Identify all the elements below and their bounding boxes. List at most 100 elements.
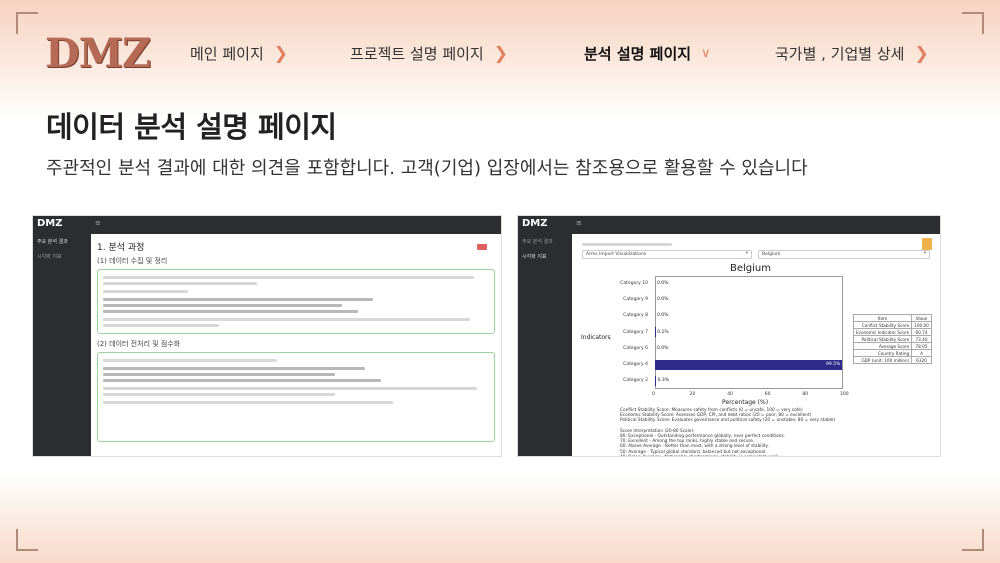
table-row: GDP (unit: 100 million) 6320 <box>852 356 932 364</box>
main-nav: 메인 페이지 ❯ 프로젝트 설명 페이지 ❯ 분석 설명 페이지 ∨ 국가별 ,… <box>0 43 1000 67</box>
hint-line <box>582 243 672 246</box>
app-topbar: DMZ ≡ <box>33 216 501 234</box>
text-line <box>103 373 335 376</box>
nav-main-page[interactable]: 메인 페이지 ❯ <box>190 43 288 64</box>
text-line <box>103 367 366 370</box>
table-row: Country Rating A <box>852 349 932 357</box>
data-collection-box <box>97 269 495 334</box>
visualization-select[interactable]: Arms Import Visualizations ▾ <box>582 250 752 259</box>
chevron-down-icon: ∨ <box>701 46 711 61</box>
bar-value-label: 0.0% <box>657 313 669 319</box>
app-brand: DMZ <box>37 218 63 229</box>
nav-analysis-page-label: 분석 설명 페이지 <box>584 45 692 63</box>
category-label: Category 9 <box>623 297 648 303</box>
note-line: 40: Below Average - Noticeable shortcomi… <box>620 455 940 456</box>
x-tick-label: 0 <box>652 392 655 397</box>
x-tick-label: 60 <box>764 392 771 397</box>
chevron-down-icon: ▾ <box>923 251 926 256</box>
chevron-right-icon: ❯ <box>914 43 929 64</box>
nav-analysis-page[interactable]: 분석 설명 페이지 ∨ <box>584 43 711 64</box>
subsection-data-collection: (1) 데이터 수집 및 정리 <box>97 257 168 265</box>
x-tick-label: 40 <box>727 392 733 397</box>
text-line <box>103 298 374 301</box>
category-label: Category 10 <box>620 281 648 287</box>
x-tick-label: 100 <box>840 392 849 397</box>
app-brand: DMZ <box>522 218 548 229</box>
table-cell: GDP (unit: 100 million) <box>852 356 913 364</box>
analysis-process-screenshot: DMZ ≡ 주요 분석 결과 시각화 지표 1. 분석 과정 (1) 데이터 수… <box>33 216 501 456</box>
visualization-screenshot: DMZ ≡ 주요 분석 결과 시각화 지표 Arms Import Visual… <box>518 216 940 456</box>
bar-value-label: 0.0% <box>657 297 669 303</box>
menu-icon: ≡ <box>95 219 101 227</box>
table-cell: Conflict Stability Score <box>852 321 913 329</box>
pdf-icon <box>477 244 487 250</box>
analysis-content: 1. 분석 과정 (1) 데이터 수집 및 정리 (2) 데이터 전처리 및 점… <box>97 238 495 456</box>
text-line <box>103 310 358 313</box>
text-line <box>103 359 277 362</box>
text-line <box>103 387 478 390</box>
category-label: Category 6 <box>623 345 648 351</box>
table-cell: 60.74 <box>911 328 932 336</box>
corner-bracket-top-left <box>16 12 38 34</box>
table-cell: 73.40 <box>911 335 932 343</box>
page-subtitle: 주관적인 분석 결과에 대한 의견을 포함합니다. 고객(기업) 입장에서는 참… <box>46 158 808 179</box>
table-cell: 100.00 <box>911 321 932 329</box>
subsection-preprocessing: (2) 데이터 전처리 및 점수화 <box>97 340 181 348</box>
footer-gradient <box>0 473 1000 563</box>
bar-value-label: 0.0% <box>657 281 669 287</box>
bar <box>655 375 656 386</box>
table-cell: 6320 <box>911 356 932 364</box>
table-header-cell: Value <box>911 314 932 322</box>
chevron-down-icon: ▾ <box>745 251 748 256</box>
category-label: Category 8 <box>623 313 648 319</box>
menu-icon: ≡ <box>576 219 582 227</box>
x-axis-label: Percentage (%) <box>722 399 769 406</box>
chevron-right-icon: ❯ <box>493 43 508 64</box>
nav-country-detail[interactable]: 국가별 , 기업별 상세 ❯ <box>775 43 929 64</box>
text-line <box>103 276 474 279</box>
table-cell: Average Score <box>852 342 913 350</box>
bar-value-label: 0.3% <box>657 377 669 383</box>
table-cell: Economic Indicator Score <box>852 328 913 336</box>
nav-project-page[interactable]: 프로젝트 설명 페이지 ❯ <box>350 43 508 64</box>
table-header-row: Item Value <box>852 314 932 322</box>
chart-plot-area <box>655 276 843 389</box>
sidebar-item-main-results: 주요 분석 결과 <box>522 239 553 245</box>
table-cell: A <box>911 349 932 357</box>
table-cell: Country Rating <box>852 349 913 357</box>
score-notes: Conflict Stability Score: Measures safet… <box>620 408 940 456</box>
chart-title: Belgium <box>730 263 771 274</box>
visualization-content: Arms Import Visualizations ▾ Belgium ▾ B… <box>580 236 936 456</box>
y-axis-label: Indicators <box>581 334 611 341</box>
app-topbar: DMZ ≡ <box>518 216 940 234</box>
text-line <box>103 290 188 293</box>
text-line <box>103 379 381 382</box>
table-row: Conflict Stability Score 100.00 <box>852 321 932 329</box>
category-label: Category 4 <box>623 361 648 367</box>
text-line <box>103 318 470 321</box>
x-tick-label: 20 <box>689 392 696 397</box>
visualization-select-value: Arms Import Visualizations <box>586 252 647 257</box>
nav-main-page-label: 메인 페이지 <box>190 45 264 63</box>
category-label: Category 2 <box>623 377 648 383</box>
app-sidebar: 주요 분석 결과 시각화 지표 <box>518 234 572 456</box>
table-row: Average Score 78.05 <box>852 342 932 350</box>
text-line <box>103 401 393 404</box>
bar <box>655 359 843 370</box>
corner-bracket-bottom-left <box>16 529 38 551</box>
table-cell: Political Stability Score <box>852 335 913 343</box>
category-label: Category 7 <box>623 329 648 335</box>
corner-bracket-top-right <box>962 12 984 34</box>
bar-value-label: 0.0% <box>657 345 669 351</box>
sidebar-item-visual-indicators: 시각화 지표 <box>522 254 547 260</box>
sidebar-item-visual-indicators: 시각화 지표 <box>37 254 62 260</box>
nav-project-page-label: 프로젝트 설명 페이지 <box>350 45 484 63</box>
preprocessing-box <box>97 352 495 442</box>
table-header-cell: Item <box>852 314 913 322</box>
text-line <box>103 304 343 307</box>
x-tick-label: 80 <box>802 392 809 397</box>
chevron-right-icon: ❯ <box>273 43 289 64</box>
country-select[interactable]: Belgium ▾ <box>758 250 930 259</box>
report-icon <box>922 238 932 250</box>
table-row: Political Stability Score 73.40 <box>852 335 932 343</box>
